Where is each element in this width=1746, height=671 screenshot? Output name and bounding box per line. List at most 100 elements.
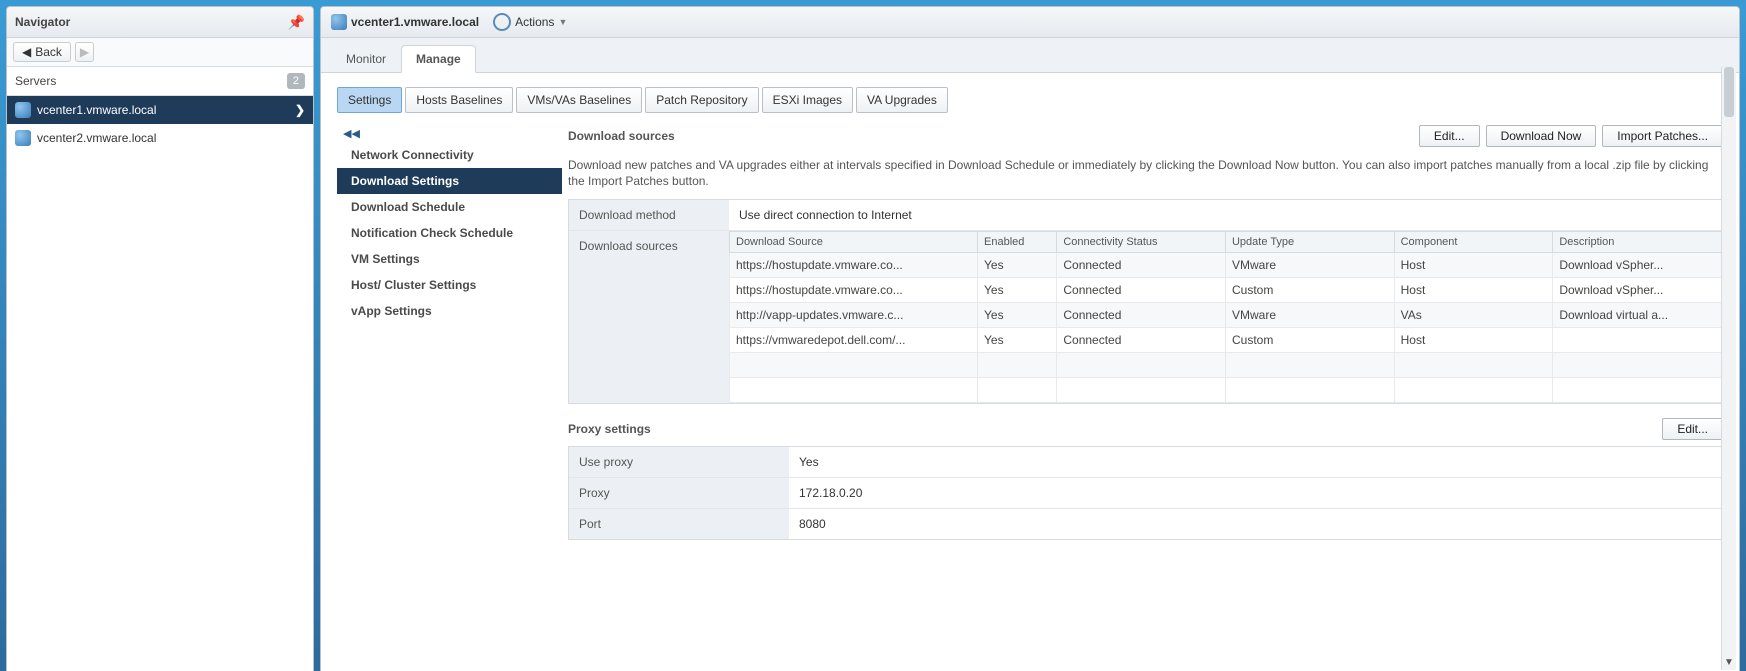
navigator-panel: Navigator 📌 ◀ Back ▶ Servers 2 vcenter1.… — [6, 6, 314, 671]
chevron-right-icon: ❯ — [295, 103, 305, 117]
download-sources-description: Download new patches and VA upgrades eit… — [568, 153, 1723, 199]
use-proxy-label: Use proxy — [569, 447, 789, 477]
side-download-settings[interactable]: Download Settings — [337, 168, 562, 194]
col-component[interactable]: Component — [1394, 232, 1553, 253]
download-now-button[interactable]: Download Now — [1486, 125, 1597, 147]
vertical-scrollbar[interactable]: ▼ — [1721, 67, 1736, 670]
subtab-vms-vas-baselines[interactable]: VMs/VAs Baselines — [516, 87, 642, 113]
cell-empty — [1057, 353, 1226, 378]
table-row[interactable]: https://hostupdate.vmware.co...YesConnec… — [730, 278, 1722, 303]
side-notification-check[interactable]: Notification Check Schedule — [337, 220, 562, 246]
cell-source: http://vapp-updates.vmware.c... — [730, 303, 978, 328]
download-sources-header: Download sources Edit... Download Now Im… — [568, 125, 1723, 153]
cell-component: Host — [1394, 253, 1553, 278]
server-item-vcenter2[interactable]: vcenter2.vmware.local — [7, 124, 313, 152]
chevron-down-icon: ▼ — [558, 17, 567, 27]
chevron-left-icon: ◀ — [22, 45, 31, 59]
pin-icon[interactable]: 📌 — [288, 14, 305, 31]
forward-button[interactable]: ▶ — [75, 42, 94, 62]
use-proxy-value: Yes — [789, 447, 1722, 477]
cell-status: Connected — [1057, 328, 1226, 353]
main-area: Settings Hosts Baselines VMs/VAs Baselin… — [321, 73, 1739, 671]
subtab-settings[interactable]: Settings — [337, 87, 402, 113]
subtab-va-upgrades[interactable]: VA Upgrades — [856, 87, 948, 113]
actions-menu[interactable]: Actions ▼ — [493, 13, 567, 31]
table-row[interactable]: https://vmwaredepot.dell.com/...YesConne… — [730, 328, 1722, 353]
proxy-host-value: 172.18.0.20 — [789, 478, 1722, 508]
cell-type: Custom — [1225, 328, 1394, 353]
cell-enabled: Yes — [978, 303, 1057, 328]
download-sources-title: Download sources — [568, 129, 675, 143]
col-description[interactable]: Description — [1553, 232, 1722, 253]
cell-source: https://hostupdate.vmware.co... — [730, 253, 978, 278]
edit-proxy-button[interactable]: Edit... — [1662, 418, 1723, 440]
cell-empty — [730, 378, 978, 403]
servers-row[interactable]: Servers 2 — [7, 67, 313, 96]
proxy-settings-header: Proxy settings Edit... — [568, 418, 1723, 446]
tab-monitor[interactable]: Monitor — [331, 45, 401, 72]
cell-component: VAs — [1394, 303, 1553, 328]
server-item-vcenter1[interactable]: vcenter1.vmware.local ❯ — [7, 96, 313, 124]
tab-manage[interactable]: Manage — [401, 45, 476, 73]
side-network-connectivity[interactable]: Network Connectivity — [337, 142, 562, 168]
table-row[interactable]: http://vapp-updates.vmware.c...YesConnec… — [730, 303, 1722, 328]
server-icon — [331, 14, 347, 30]
col-connectivity-status[interactable]: Connectivity Status — [1057, 232, 1226, 253]
col-download-source[interactable]: Download Source — [730, 232, 978, 253]
cell-empty — [730, 353, 978, 378]
cell-desc — [1553, 328, 1722, 353]
cell-empty — [1553, 353, 1722, 378]
side-vm-settings[interactable]: VM Settings — [337, 246, 562, 272]
back-label: Back — [35, 45, 62, 59]
server-icon — [15, 102, 31, 118]
download-sources-table-wrap: Download Source Enabled Connectivity Sta… — [729, 231, 1722, 403]
back-button[interactable]: ◀ Back — [13, 42, 71, 62]
table-row[interactable]: https://hostupdate.vmware.co...YesConnec… — [730, 253, 1722, 278]
cell-enabled: Yes — [978, 278, 1057, 303]
cell-source: https://hostupdate.vmware.co... — [730, 278, 978, 303]
proxy-port-value: 8080 — [789, 509, 1722, 539]
content-panel: vcenter1.vmware.local Actions ▼ Monitor … — [320, 6, 1740, 671]
cell-desc: Download virtual a... — [1553, 303, 1722, 328]
table-header-row: Download Source Enabled Connectivity Sta… — [730, 232, 1722, 253]
col-enabled[interactable]: Enabled — [978, 232, 1057, 253]
table-row-empty — [730, 353, 1722, 378]
side-download-schedule[interactable]: Download Schedule — [337, 194, 562, 220]
table-row-empty — [730, 378, 1722, 403]
servers-list: vcenter1.vmware.local ❯ vcenter2.vmware.… — [7, 96, 313, 671]
scrollbar-thumb[interactable] — [1724, 67, 1734, 117]
subtab-patch-repository[interactable]: Patch Repository — [645, 87, 758, 113]
server-icon — [15, 130, 31, 146]
navigator-back-row: ◀ Back ▶ — [7, 38, 313, 67]
cell-empty — [1225, 378, 1394, 403]
cell-empty — [1394, 378, 1553, 403]
subtab-esxi-images[interactable]: ESXi Images — [762, 87, 853, 113]
cell-status: Connected — [1057, 278, 1226, 303]
cell-empty — [978, 378, 1057, 403]
actions-label: Actions — [515, 15, 554, 29]
edit-download-sources-button[interactable]: Edit... — [1419, 125, 1480, 147]
subtab-hosts-baselines[interactable]: Hosts Baselines — [405, 87, 513, 113]
cell-empty — [1057, 378, 1226, 403]
import-patches-button[interactable]: Import Patches... — [1602, 125, 1723, 147]
cell-type: VMware — [1225, 253, 1394, 278]
cell-type: Custom — [1225, 278, 1394, 303]
proxy-grid: Use proxy Yes Proxy 172.18.0.20 Port 808… — [568, 446, 1723, 540]
side-host-cluster-settings[interactable]: Host/ Cluster Settings — [337, 272, 562, 298]
server-label: vcenter2.vmware.local — [37, 131, 156, 145]
servers-label: Servers — [15, 74, 56, 88]
cell-status: Connected — [1057, 253, 1226, 278]
download-method-grid: Download method Use direct connection to… — [568, 199, 1723, 404]
cell-type: VMware — [1225, 303, 1394, 328]
download-sources-table: Download Source Enabled Connectivity Sta… — [729, 231, 1722, 403]
side-vapp-settings[interactable]: vApp Settings — [337, 298, 562, 324]
server-label: vcenter1.vmware.local — [37, 103, 156, 117]
collapse-sidemenu-icon[interactable]: ◀◀ — [337, 125, 562, 142]
proxy-host-label: Proxy — [569, 478, 789, 508]
detail-pane: Download sources Edit... Download Now Im… — [562, 125, 1723, 540]
scrollbar-down-icon[interactable]: ▼ — [1722, 657, 1736, 668]
gear-icon — [493, 13, 511, 31]
download-method-label: Download method — [569, 200, 729, 230]
primary-tabs: Monitor Manage — [321, 38, 1739, 73]
col-update-type[interactable]: Update Type — [1225, 232, 1394, 253]
